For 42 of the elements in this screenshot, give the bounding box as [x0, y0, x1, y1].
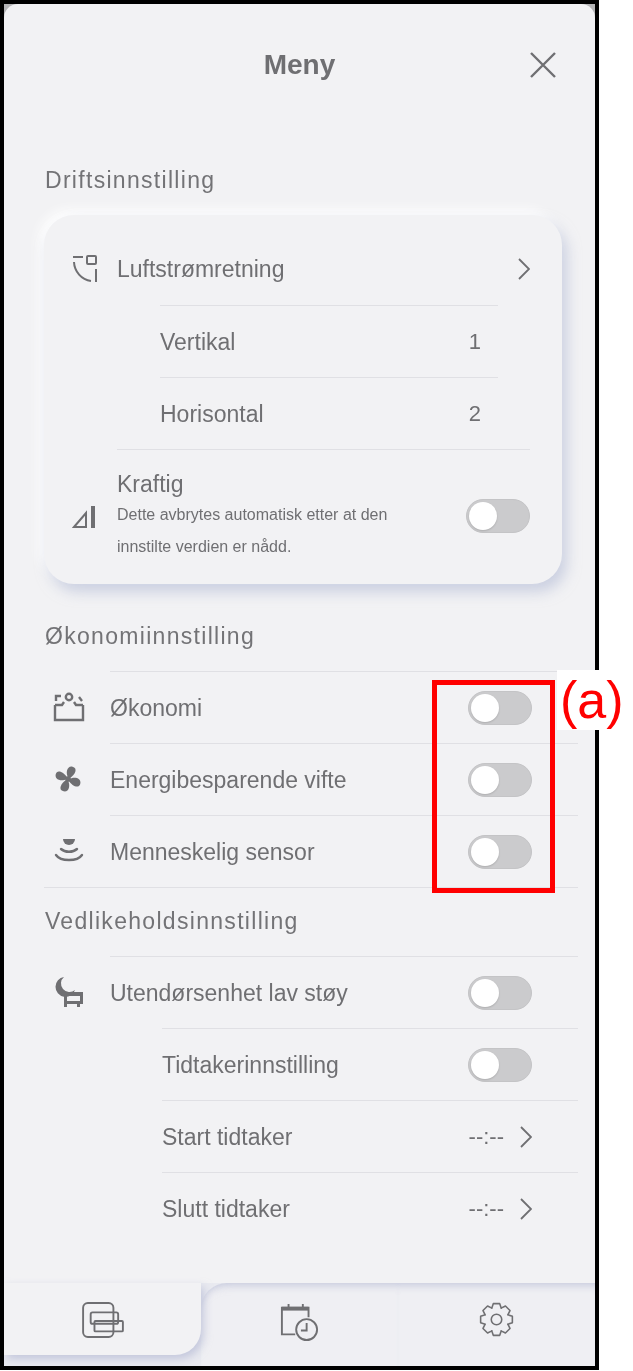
- section-heading: Vedlikeholdsinnstilling: [45, 907, 300, 936]
- setting-label: Tidtakerinnstilling: [162, 1050, 339, 1080]
- section-heading: Økonomiinnstilling: [45, 622, 257, 651]
- setting-description: Dette avbrytes automatisk etter at den innstilte verdien er nådd.: [117, 505, 389, 557]
- setting-label: Energibesparende vifte: [110, 765, 347, 795]
- setting-value: --:--: [468, 1194, 504, 1223]
- close-button[interactable]: [528, 50, 558, 80]
- setting-label: Vertikal: [160, 327, 236, 357]
- menu-title: Meny: [263, 49, 336, 81]
- setting-label: Slutt tidtaker: [162, 1194, 290, 1224]
- setting-value: 1: [468, 327, 481, 356]
- chevron-right-icon[interactable]: [520, 1125, 532, 1148]
- setting-label: Økonomi: [110, 693, 203, 723]
- power-ramp-icon: [72, 504, 98, 529]
- toggle-switch[interactable]: [468, 834, 532, 869]
- setting-label: Kraftig: [117, 470, 185, 499]
- nav-tab[interactable]: [4, 1283, 201, 1355]
- nav-tab[interactable]: [201, 1283, 398, 1366]
- toggle-switch[interactable]: [468, 690, 532, 725]
- setting-value: 2: [468, 399, 481, 428]
- sensor-waves-icon: [53, 838, 85, 864]
- setting-label: Luftstrømretning: [117, 255, 285, 284]
- close-icon: [530, 52, 556, 78]
- moon-unit-icon: [53, 976, 84, 1008]
- calendar-clock-icon: [280, 1302, 319, 1342]
- settings-icon: [479, 1302, 514, 1337]
- fan-icon: [53, 764, 83, 794]
- toggle-switch[interactable]: [468, 1047, 532, 1082]
- section-heading: Driftsinnstilling: [45, 166, 217, 195]
- setting-label: Utendørsenhet lav støy: [110, 978, 348, 1008]
- overlapping-rectangles-icon: [81, 1302, 124, 1338]
- setting-label: Horisontal: [160, 399, 264, 429]
- toggle-switch[interactable]: [466, 499, 530, 533]
- economy-tray-icon: [53, 692, 85, 722]
- chevron-right-icon[interactable]: [520, 1197, 532, 1220]
- setting-label: Start tidtaker: [162, 1122, 293, 1152]
- airflow-direction-icon: [72, 255, 98, 283]
- toggle-switch[interactable]: [468, 975, 532, 1010]
- setting-value: --:--: [468, 1122, 504, 1151]
- chevron-right-icon[interactable]: [518, 258, 530, 280]
- setting-label: Menneskelig sensor: [110, 837, 315, 867]
- toggle-switch[interactable]: [468, 762, 532, 797]
